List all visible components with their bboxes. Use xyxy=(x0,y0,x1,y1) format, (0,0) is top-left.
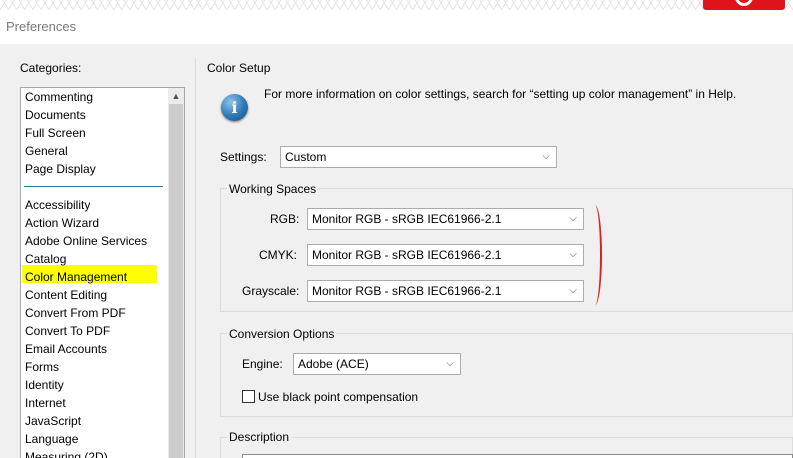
settings-label: Settings: xyxy=(220,150,267,164)
cmyk-dropdown[interactable]: Monitor RGB - sRGB IEC61966-2.1 ⌵ xyxy=(307,244,584,266)
engine-value: Adobe (ACE) xyxy=(298,357,369,371)
working-spaces-title: Working Spaces xyxy=(227,182,319,196)
cmyk-value: Monitor RGB - sRGB IEC61966-2.1 xyxy=(312,248,502,262)
category-accessibility[interactable]: Accessibility xyxy=(25,196,90,214)
category-javascript[interactable]: JavaScript xyxy=(25,412,81,430)
category-language[interactable]: Language xyxy=(25,430,78,448)
category-identity[interactable]: Identity xyxy=(25,376,64,394)
description-box xyxy=(242,454,793,458)
black-point-compensation-label[interactable]: Use black point compensation xyxy=(258,390,418,404)
rgb-dropdown[interactable]: Monitor RGB - sRGB IEC61966-2.1 ⌵ xyxy=(307,208,584,230)
category-content-editing[interactable]: Content Editing xyxy=(25,286,107,304)
window-title: Preferences xyxy=(6,19,77,34)
category-convert-to-pdf[interactable]: Convert To PDF xyxy=(25,322,110,340)
section-title: Color Setup xyxy=(207,61,271,75)
chevron-down-icon: ⌵ xyxy=(542,151,550,162)
grayscale-value: Monitor RGB - sRGB IEC61966-2.1 xyxy=(312,284,502,298)
description-title: Description xyxy=(227,430,292,444)
category-catalog[interactable]: Catalog xyxy=(25,250,66,268)
chevron-down-icon: ⌵ xyxy=(446,358,454,369)
category-full-screen[interactable]: Full Screen xyxy=(25,124,86,142)
category-internet[interactable]: Internet xyxy=(25,394,66,412)
category-commenting[interactable]: Commenting xyxy=(25,88,93,106)
category-page-display[interactable]: Page Display xyxy=(25,160,96,178)
chevron-down-icon: ⌵ xyxy=(569,213,577,224)
title-bar-pattern xyxy=(0,0,793,10)
engine-label: Engine: xyxy=(242,357,283,371)
grayscale-label: Grayscale: xyxy=(242,284,300,298)
rgb-label: RGB: xyxy=(270,212,300,226)
chevron-down-icon: ⌵ xyxy=(569,285,577,296)
settings-dropdown[interactable]: Custom ⌵ xyxy=(280,146,557,168)
info-icon: i xyxy=(221,94,248,121)
grayscale-dropdown[interactable]: Monitor RGB - sRGB IEC61966-2.1 ⌵ xyxy=(307,280,584,302)
chevron-down-icon: ⌵ xyxy=(569,249,577,260)
categories-label: Categories: xyxy=(20,61,82,75)
category-convert-from-pdf[interactable]: Convert From PDF xyxy=(25,304,126,322)
category-measuring-2d[interactable]: Measuring (2D) xyxy=(25,448,108,458)
conversion-options-group xyxy=(220,333,793,417)
categories-items: Commenting Documents Full Screen General… xyxy=(21,88,168,458)
conversion-options-title: Conversion Options xyxy=(227,327,337,341)
category-action-wizard[interactable]: Action Wizard xyxy=(25,214,99,232)
settings-value: Custom xyxy=(285,150,327,164)
engine-dropdown[interactable]: Adobe (ACE) ⌵ xyxy=(293,353,461,375)
category-general[interactable]: General xyxy=(25,142,68,160)
cmyk-label: CMYK: xyxy=(259,248,298,262)
black-point-compensation-checkbox[interactable] xyxy=(242,390,255,403)
info-text: For more information on color settings, … xyxy=(264,87,737,101)
category-adobe-online-services[interactable]: Adobe Online Services xyxy=(25,232,147,250)
rgb-value: Monitor RGB - sRGB IEC61966-2.1 xyxy=(312,212,502,226)
category-forms[interactable]: Forms xyxy=(25,358,59,376)
category-email-accounts[interactable]: Email Accounts xyxy=(25,340,107,358)
category-documents[interactable]: Documents xyxy=(25,106,86,124)
scroll-up-icon[interactable]: ▲ xyxy=(168,88,184,104)
category-color-management[interactable]: Color Management xyxy=(25,268,127,286)
categories-scrollbar-thumb[interactable] xyxy=(169,104,183,458)
panel-divider xyxy=(195,58,196,458)
red-annotation-mark xyxy=(588,205,602,305)
